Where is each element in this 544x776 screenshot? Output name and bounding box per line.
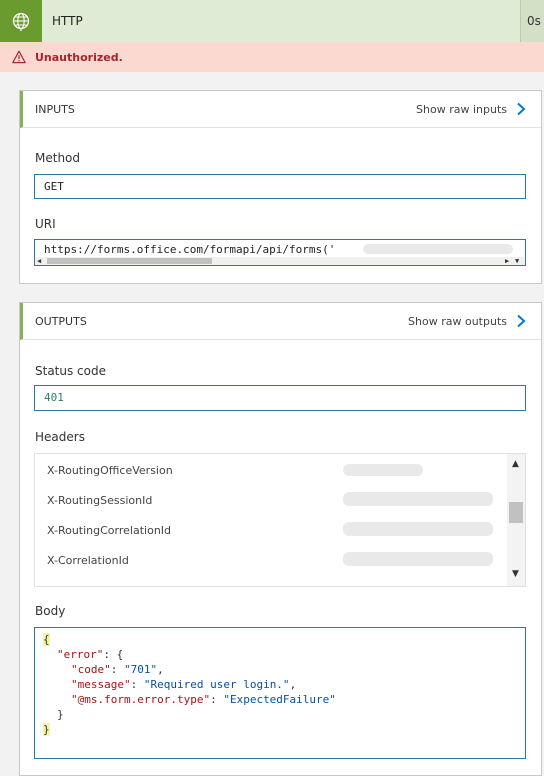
header-row-name: X-CorrelationId	[47, 554, 129, 567]
body-json-viewer[interactable]: { "error": { "code": "701", "message": "…	[34, 627, 526, 759]
outputs-card: OUTPUTS Show raw outputs Status code 401…	[19, 302, 542, 776]
method-field[interactable]: GET	[34, 174, 526, 199]
redacted-form-id	[363, 244, 513, 254]
redacted-header-value	[343, 522, 493, 536]
json-punct: : {	[103, 648, 124, 661]
redacted-header-value	[343, 552, 493, 566]
scroll-right-icon[interactable]: ▶	[505, 257, 509, 265]
headers-table[interactable]: X-RoutingOfficeVersion X-RoutingSessionI…	[34, 453, 526, 587]
redacted-header-value	[343, 464, 423, 476]
json-value: "ExpectedFailure"	[223, 693, 336, 706]
show-raw-inputs-link[interactable]: Show raw inputs	[416, 102, 527, 116]
action-title: HTTP	[52, 14, 83, 28]
scroll-up-icon[interactable]: ▲	[512, 460, 519, 469]
json-value: "701"	[124, 663, 158, 676]
headers-vertical-scrollbar[interactable]: ▲ ▼	[507, 454, 525, 586]
inputs-card: INPUTS Show raw inputs Method GET URI ht…	[19, 90, 542, 284]
status-code-label: Status code	[35, 364, 106, 378]
json-key: "code"	[71, 663, 111, 676]
globe-icon	[0, 0, 42, 42]
json-brace: {	[43, 633, 50, 646]
uri-label: URI	[35, 217, 56, 231]
uri-horizontal-scrollbar[interactable]: ◀ ▶ ▼	[35, 257, 525, 265]
show-raw-inputs-label: Show raw inputs	[416, 102, 507, 116]
headers-scroll-thumb[interactable]	[509, 502, 523, 523]
warning-icon	[12, 50, 26, 64]
uri-value: https://forms.office.com/formapi/api/for…	[44, 243, 336, 256]
redacted-header-value	[343, 492, 493, 506]
outputs-card-header: OUTPUTS Show raw outputs	[20, 303, 541, 340]
json-key: "error"	[57, 648, 104, 661]
inputs-title: INPUTS	[35, 102, 75, 116]
json-brace: }	[43, 723, 50, 736]
scroll-down-icon[interactable]: ▼	[512, 570, 519, 579]
json-key: "@ms.form.error.type"	[71, 693, 211, 706]
status-code-field[interactable]: 401	[34, 385, 526, 411]
error-message: Unauthorized.	[35, 50, 123, 64]
error-banner: Unauthorized.	[0, 42, 544, 72]
header-row-name: X-RoutingSessionId	[47, 494, 153, 507]
chevron-right-icon	[515, 102, 527, 116]
scroll-down-icon[interactable]: ▼	[515, 257, 519, 265]
show-raw-outputs-label: Show raw outputs	[408, 314, 507, 328]
chevron-right-icon	[515, 314, 527, 328]
show-raw-outputs-link[interactable]: Show raw outputs	[408, 314, 527, 328]
json-brace: }	[57, 708, 64, 721]
duration-badge: 0s	[520, 0, 544, 42]
headers-label: Headers	[35, 430, 85, 444]
outputs-title: OUTPUTS	[35, 314, 87, 328]
body-label: Body	[35, 604, 66, 618]
uri-field[interactable]: https://forms.office.com/formapi/api/for…	[34, 239, 526, 266]
method-label: Method	[35, 151, 81, 165]
header-row-name: X-RoutingOfficeVersion	[47, 464, 173, 477]
inputs-card-header: INPUTS Show raw inputs	[20, 91, 541, 128]
scroll-left-icon[interactable]: ◀	[37, 257, 41, 265]
header-row-name: X-RoutingCorrelationId	[47, 524, 172, 537]
json-value: "Required user login."	[143, 678, 290, 691]
action-header[interactable]: HTTP 0s	[0, 0, 544, 42]
uri-scroll-thumb[interactable]	[47, 258, 212, 264]
json-key: "message"	[71, 678, 131, 691]
